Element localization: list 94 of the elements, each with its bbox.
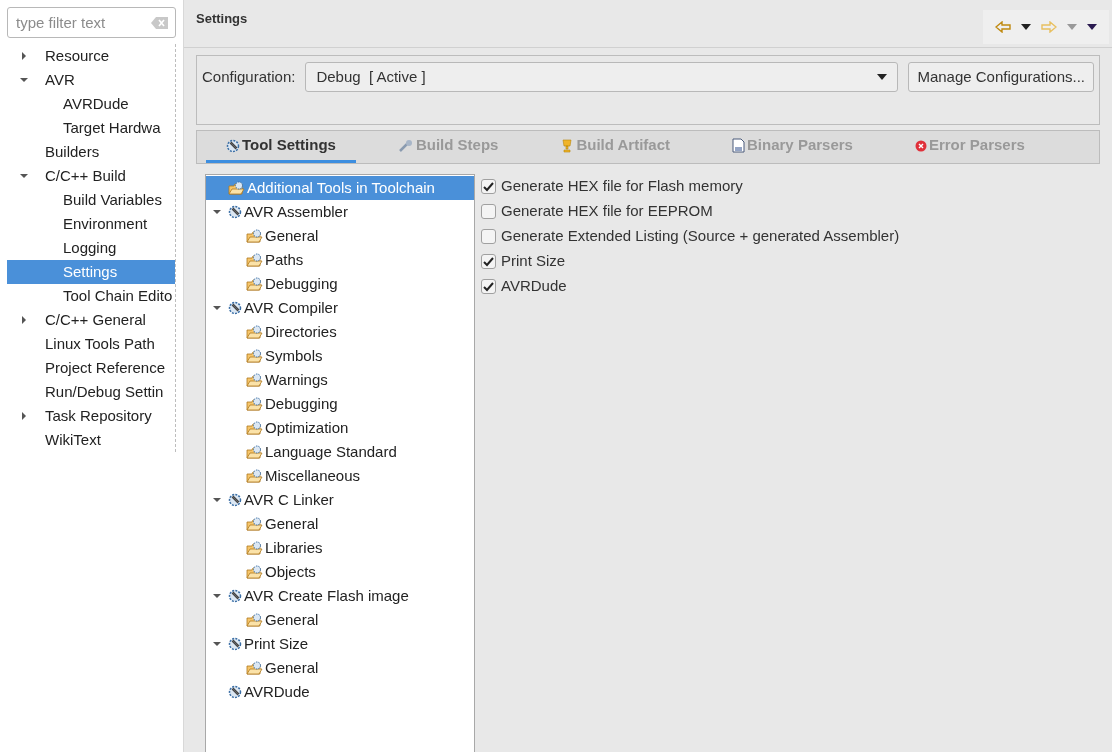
folder-icon [246,252,263,268]
tree-item[interactable]: Project Reference [7,356,175,380]
gear-icon [228,493,242,507]
tree-item[interactable]: AVR [7,68,175,92]
checkbox[interactable] [481,179,496,194]
tree-item[interactable]: C/C++ General [7,308,175,332]
tree-item[interactable]: Debugging [206,392,474,416]
tree-item[interactable]: C/C++ Build [7,164,175,188]
tree-item[interactable]: Logging [7,236,175,260]
folder-icon [246,468,263,484]
tree-item[interactable]: Libraries [206,536,474,560]
checkbox[interactable] [481,229,496,244]
tree-item[interactable]: Paths [206,248,474,272]
folder-icon [246,516,263,532]
tree-item[interactable]: Symbols [206,344,474,368]
checkbox[interactable] [481,254,496,269]
folder-icon [246,324,263,340]
expanded-arrow-icon[interactable] [19,75,29,85]
binary-file-icon [732,138,746,153]
tree-item[interactable]: AVRDude [206,680,474,704]
gear-icon [228,685,242,699]
tree-item[interactable]: Task Repository [7,404,175,428]
tree-item[interactable]: Tool Chain Edito [7,284,175,308]
collapsed-arrow-icon[interactable] [19,51,29,61]
option-label: Generate HEX file for EEPROM [501,201,713,222]
tab[interactable]: Tool Settings [206,131,356,163]
dropdown-icon[interactable] [1021,24,1031,30]
collapsed-arrow-icon[interactable] [19,411,29,421]
expanded-arrow-icon[interactable] [212,495,222,505]
manage-configurations-button[interactable]: Manage Configurations... [908,62,1094,92]
option-label: Print Size [501,251,566,272]
folder-icon [246,540,263,556]
tree-item[interactable]: Print Size [206,632,474,656]
tree-item[interactable]: AVR Compiler [206,296,474,320]
tree-item[interactable]: Warnings [206,368,474,392]
option-label: Generate HEX file for Flash memory [501,176,743,197]
tree-item[interactable]: AVR C Linker [206,488,474,512]
wrench-icon [397,138,414,153]
page-title: Settings [196,10,248,28]
expanded-arrow-icon[interactable] [19,171,29,181]
configuration-label: Configuration: [202,66,296,87]
tree-item[interactable]: General [206,224,474,248]
folder-icon [246,372,263,388]
tree-item[interactable]: Optimization [206,416,474,440]
tree-item[interactable]: Language Standard [206,440,474,464]
tree-item[interactable]: Build Variables [7,188,175,212]
option-label: AVRDude [501,276,567,297]
option-label: Generate Extended Listing (Source + generated Assembler) [501,226,900,247]
folder-icon [246,612,263,628]
expanded-arrow-icon[interactable] [212,639,222,649]
tree-item[interactable]: General [206,656,474,680]
configuration-dropdown[interactable]: Debug [ Active ] [305,62,899,92]
tree-item[interactable]: Target Hardwa [7,116,175,140]
folder-icon [246,420,263,436]
tree-item[interactable]: AVR Create Flash image [206,584,474,608]
folder-icon [228,180,245,196]
tree-item[interactable]: WikiText [7,428,175,452]
checkbox[interactable] [481,279,496,294]
tree-item[interactable]: General [206,608,474,632]
tree-item[interactable]: Linux Tools Path [7,332,175,356]
view-menu-icon[interactable] [1087,24,1097,30]
tree-item[interactable]: Environment [7,212,175,236]
folder-icon [246,660,263,676]
gear-icon [228,589,242,603]
gear-icon [226,138,240,153]
error-icon [914,139,927,152]
tree-item[interactable]: Miscellaneous [206,464,474,488]
dropdown-icon [877,74,888,80]
tree-item[interactable]: Debugging [206,272,474,296]
folder-icon [246,276,263,292]
expanded-arrow-icon[interactable] [212,303,222,313]
tree-item[interactable]: Builders [7,140,175,164]
tree-item[interactable]: Resource [7,44,175,68]
gear-icon [228,301,242,315]
gear-icon [228,637,242,651]
expanded-arrow-icon[interactable] [212,591,222,601]
tree-item[interactable]: Objects [206,560,474,584]
tree-item[interactable]: Directories [206,320,474,344]
tree-item[interactable]: AVR Assembler [206,200,474,224]
expanded-arrow-icon[interactable] [212,207,222,217]
gear-icon [228,205,242,219]
folder-icon [246,564,263,580]
checkbox[interactable] [481,204,496,219]
trophy-icon [560,138,575,153]
folder-icon [246,444,263,460]
collapsed-arrow-icon[interactable] [19,315,29,325]
folder-icon [246,348,263,364]
folder-icon [246,396,263,412]
filter-field[interactable]: type filter text [7,7,176,38]
back-arrow-icon[interactable] [995,21,1011,33]
tree-item[interactable]: Run/Debug Settin [7,380,175,404]
folder-icon [246,228,263,244]
tree-item[interactable]: General [206,512,474,536]
tree-item[interactable]: AVRDude [7,92,175,116]
